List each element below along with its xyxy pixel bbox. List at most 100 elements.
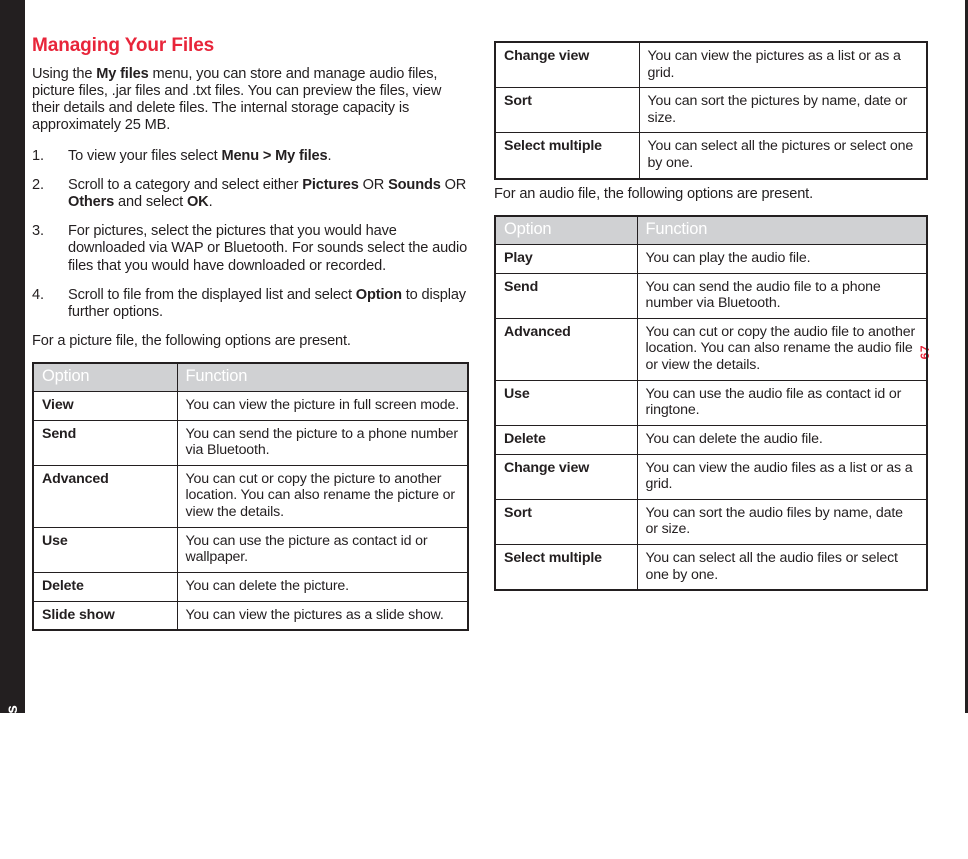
option-function-cell: You can delete the picture. xyxy=(176,571,469,602)
step-number: 3. xyxy=(32,223,44,240)
step-text-run: Scroll to file from the displayed list a… xyxy=(68,286,356,303)
column-header-function: Function xyxy=(176,362,469,393)
option-name-cell: Change view xyxy=(494,453,638,500)
table-row: Change view You can view the audio files … xyxy=(494,453,928,500)
option-function-cell: You can use the picture as contact id or… xyxy=(176,526,469,573)
step-text-run: Scroll to a category and select either xyxy=(68,177,303,194)
option-function-cell: You can cut or copy the audio file to an… xyxy=(636,317,928,381)
step-text-emphasis: Pictures xyxy=(302,177,359,194)
table-row: Select multiple You can select all the au… xyxy=(494,543,928,591)
step-text-emphasis: Sounds xyxy=(388,177,441,194)
table-row: Slide show You can view the pictures as a… xyxy=(32,600,469,631)
table-row: Delete You can delete the audio file. xyxy=(494,424,928,455)
audio-options-table-wrap: Option Function Play You can play the aud… xyxy=(494,214,928,592)
table-row: Use You can use the audio file as contact… xyxy=(494,379,928,426)
intro-text-lead: Using the xyxy=(32,65,97,82)
option-function-cell: You can play the audio file. xyxy=(636,244,928,274)
step-number: 1. xyxy=(32,148,44,165)
intro-paragraph: Using the My files menu, you can store a… xyxy=(32,66,469,134)
table-row: Advanced You can cut or copy the audio fi… xyxy=(494,317,928,381)
option-function-cell: You can cut or copy the picture to anoth… xyxy=(176,464,469,528)
intro-text-bold: My files xyxy=(96,65,149,82)
option-name-cell: Select multiple xyxy=(494,543,638,591)
step-item: 2. Scroll to a category and select either… xyxy=(32,177,469,211)
step-text-run: To view your files select xyxy=(68,148,222,165)
option-name-cell: Delete xyxy=(32,571,178,602)
table-header-row: Option Function xyxy=(494,215,928,246)
column-header-option: Option xyxy=(494,215,638,246)
step-text: To view your files select Menu > My file… xyxy=(68,148,332,165)
step-text: For pictures, select the pictures that y… xyxy=(68,223,467,273)
option-function-cell: You can view the picture in full screen … xyxy=(176,391,469,421)
table-row: Send You can send the picture to a phone … xyxy=(32,419,469,466)
step-number: 4. xyxy=(32,286,44,303)
step-item: 4. Scroll to file from the displayed list… xyxy=(32,287,469,321)
option-name-cell: Send xyxy=(494,272,638,319)
option-function-cell: You can sort the audio files by name, da… xyxy=(636,498,928,545)
picture-table-continued-body: Change view You can view the pictures as … xyxy=(494,41,928,180)
column-header-option: Option xyxy=(32,362,178,393)
picture-options-table-continued: Change view You can view the pictures as … xyxy=(494,41,928,180)
option-name-cell: Sort xyxy=(494,87,640,134)
table-row: Select multiple You can select all the pi… xyxy=(494,132,928,180)
step-text-run: . xyxy=(327,148,332,165)
step-text-run: and select xyxy=(114,194,187,211)
step-text-run: OR xyxy=(358,177,389,194)
table-row: Send You can send the audio file to a pho… xyxy=(494,272,928,319)
step-text-run: . xyxy=(208,194,213,211)
table-row: Delete You can delete the picture. xyxy=(32,571,469,602)
step-text-emphasis: Others xyxy=(68,194,115,211)
step-text-emphasis: Menu > My files xyxy=(221,148,328,165)
picture-options-table-cont-wrap: Change view You can view the pictures as … xyxy=(494,41,928,180)
option-function-cell: You can view the pictures as a list or a… xyxy=(638,41,928,89)
option-function-cell: You can send the audio file to a phone n… xyxy=(636,272,928,319)
option-function-cell: You can view the audio files as a list o… xyxy=(636,453,928,500)
option-function-cell: You can view the pictures as a slide sho… xyxy=(176,600,469,631)
step-item: 1. To view your files select Menu > My fi… xyxy=(32,148,469,165)
page-spine: Managing Your Files xyxy=(0,0,25,859)
page-title: Managing Your Files xyxy=(32,35,215,56)
table-row: Use You can use the picture as contact id… xyxy=(32,526,469,573)
table-row: Play You can play the audio file. xyxy=(494,244,928,274)
option-name-cell: Use xyxy=(494,379,638,426)
step-item: 3. For pictures, select the pictures that… xyxy=(32,223,469,274)
option-name-cell: Select multiple xyxy=(494,132,640,180)
column-header-function: Function xyxy=(636,215,928,246)
step-text-run: OR xyxy=(440,177,467,194)
option-function-cell: You can select all the audio files or se… xyxy=(636,543,928,591)
audio-options-table: Option Function Play You can play the aud… xyxy=(494,214,928,592)
option-name-cell: Slide show xyxy=(32,600,178,631)
option-name-cell: Advanced xyxy=(32,464,178,528)
option-name-cell: Advanced xyxy=(494,317,638,381)
option-function-cell: You can send the picture to a phone numb… xyxy=(176,419,469,466)
option-function-cell: You can select all the pictures or selec… xyxy=(638,132,928,180)
step-text-emphasis: OK xyxy=(186,194,209,211)
picture-table-lead-in: For a picture file, the following option… xyxy=(32,332,351,349)
table-row: Sort You can sort the pictures by name, d… xyxy=(494,87,928,134)
steps-list: 1. To view your files select Menu > My fi… xyxy=(32,148,469,321)
spine-chapter-label: Managing Your Files xyxy=(3,705,21,859)
audio-table-body: Play You can play the audio file. Send You … xyxy=(494,244,928,591)
table-row: Sort You can sort the audio files by name… xyxy=(494,498,928,545)
table-row: Advanced You can cut or copy the picture … xyxy=(32,464,469,528)
step-text-run: For pictures, select the pictures that y… xyxy=(68,223,468,274)
option-name-cell: Change view xyxy=(494,41,640,89)
step-number: 2. xyxy=(32,177,44,194)
picture-options-table: Option Function View You can view the pic… xyxy=(32,361,469,632)
option-function-cell: You can use the audio file as contact id… xyxy=(636,379,928,426)
audio-table-lead-in: For an audio file, the following options… xyxy=(494,185,813,202)
option-function-cell: You can delete the audio file. xyxy=(636,424,928,455)
option-function-cell: You can sort the pictures by name, date … xyxy=(638,87,928,134)
picture-options-table-wrap: Option Function View You can view the pic… xyxy=(32,361,469,632)
table-row: View You can view the picture in full scr… xyxy=(32,391,469,421)
option-name-cell: Play xyxy=(494,244,638,274)
step-text: Scroll to file from the displayed list a… xyxy=(68,287,466,320)
option-name-cell: Delete xyxy=(494,424,638,455)
picture-table-body: View You can view the picture in full scr… xyxy=(32,391,469,631)
left-column: Managing Your Files Using the My files m… xyxy=(32,36,469,633)
option-name-cell: Sort xyxy=(494,498,638,545)
option-name-cell: View xyxy=(32,391,178,421)
table-row: Change view You can view the pictures as … xyxy=(494,41,928,89)
table-header-row: Option Function xyxy=(32,362,469,393)
option-name-cell: Use xyxy=(32,526,178,573)
